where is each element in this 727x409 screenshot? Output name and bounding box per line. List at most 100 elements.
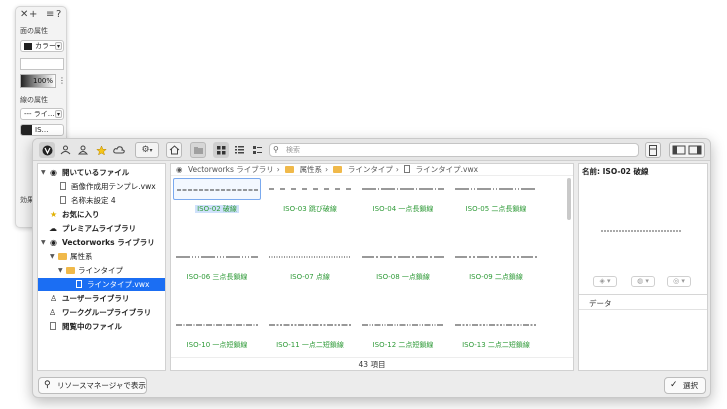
resource-name: ISO-10 一点短鎖線: [186, 341, 248, 349]
home-button[interactable]: [166, 142, 182, 158]
file-icon: [404, 165, 411, 173]
file-icon: [50, 320, 56, 333]
resource-thumbnail[interactable]: ISO-05 二点長鎖線: [452, 178, 540, 218]
resource-name: ISO-02 破線: [195, 205, 239, 213]
linetype-preview: [452, 178, 540, 200]
linetype-preview: [359, 178, 447, 200]
resource-thumbnail[interactable]: ISO-11 一点二短鎖線: [266, 314, 354, 354]
tree-item-label: ラインタイプ: [78, 266, 123, 275]
tree-user-library[interactable]: ♙ ユーザーライブラリ: [38, 292, 165, 305]
tree-item-label: 名称未設定 4: [71, 196, 116, 205]
fill-color-swatch: [24, 43, 32, 50]
folder-up-button[interactable]: [190, 142, 206, 158]
view-split-toggle[interactable]: [669, 142, 705, 158]
vectorworks-library-icon[interactable]: [39, 142, 55, 158]
opacity-value: 100%: [32, 77, 53, 85]
line-style-select[interactable]: --- ライ… ▾: [20, 108, 64, 120]
tree-file-untitled[interactable]: 名称未設定 4: [38, 194, 165, 207]
resource-thumbnail[interactable]: ISO-03 跳び破線: [266, 178, 354, 218]
help-icon[interactable]: ?: [56, 9, 61, 20]
favorites-star-icon[interactable]: [93, 142, 109, 158]
file-icon: [76, 278, 82, 291]
search-placeholder: 検索: [286, 146, 300, 154]
gear-icon: ⚙: [141, 145, 150, 155]
more-options-icon[interactable]: ⋮: [58, 74, 66, 88]
tree-item-label: ワークグループライブラリ: [62, 308, 152, 317]
opacity-slider[interactable]: 100%: [20, 74, 56, 88]
vertical-scrollbar[interactable]: [567, 178, 571, 220]
name-value: ISO-02 破線: [602, 167, 649, 176]
preview-view-menu[interactable]: ◍ ▾: [631, 276, 655, 287]
tree-browsed-files[interactable]: 閲覧中のファイル: [38, 320, 165, 333]
tree-vectorworks-library[interactable]: ▼ ◉ Vectorworks ライブラリ: [38, 236, 165, 249]
panel-layout-icon[interactable]: [645, 142, 661, 158]
fill-style-select[interactable]: カラー ▾: [20, 40, 64, 52]
menu-icon[interactable]: ≡: [46, 9, 54, 20]
breadcrumb-item[interactable]: Vectorworks ライブラリ: [188, 165, 274, 174]
chevron-down-icon[interactable]: ▼: [50, 250, 55, 263]
linetype-preview: [173, 246, 261, 268]
breadcrumb-item[interactable]: ラインタイプ: [348, 165, 393, 174]
resource-thumbnail[interactable]: ISO-08 一点鎖線: [359, 246, 447, 286]
tree-favorites[interactable]: ★ お気に入り: [38, 208, 165, 221]
breadcrumb-separator: ›: [276, 165, 280, 174]
folder-icon: [66, 264, 75, 277]
cloud-icon[interactable]: [111, 142, 127, 158]
resource-thumbnail[interactable]: ISO-09 二点鎖線: [452, 246, 540, 286]
resource-name: ISO-07 点線: [290, 273, 330, 281]
tree-file-template[interactable]: 画像作成用テンプレ.vwx: [38, 180, 165, 193]
resource-thumbnail[interactable]: ISO-07 点線: [266, 246, 354, 286]
close-icon[interactable]: ✕: [20, 9, 28, 20]
breadcrumb-item[interactable]: 属性系: [300, 165, 323, 174]
resource-thumbnail[interactable]: ISO-02 破線: [173, 178, 261, 218]
fill-attributes-label: 面の属性: [20, 27, 48, 35]
grid-view-icon[interactable]: [213, 142, 229, 158]
item-count: 43 項目: [171, 357, 573, 370]
chevron-down-icon[interactable]: ▼: [41, 166, 46, 179]
preview-mode-menu[interactable]: ◎ ▾: [667, 276, 691, 287]
select-button[interactable]: ✓ 選択: [664, 377, 706, 394]
tree-item-label: プレミアムライブラリ: [62, 224, 137, 233]
user-icon[interactable]: [75, 142, 91, 158]
list-view-icon[interactable]: [231, 142, 247, 158]
resource-name: ISO-06 三点長鎖線: [186, 273, 248, 281]
linetype-preview: [359, 314, 447, 336]
resource-name: ISO-13 二点二短鎖線: [462, 341, 530, 349]
detail-divider[interactable]: [579, 294, 707, 295]
tree-file-linetypes-vwx[interactable]: ラインタイプ.vwx: [38, 278, 165, 291]
tree-workgroup-library[interactable]: ♙ ワークグループライブラリ: [38, 306, 165, 319]
preview-render-menu[interactable]: ◈ ▾: [593, 276, 617, 287]
tree-open-files[interactable]: ▼ ◉ 開いているファイル: [38, 166, 165, 179]
chevron-down-icon[interactable]: ▼: [58, 264, 63, 277]
vectorworks-icon: ◉: [50, 238, 57, 247]
resource-name: ISO-05 二点長鎖線: [465, 205, 527, 213]
linetype-preview: [266, 246, 354, 268]
search-input[interactable]: ⚲ 検索: [269, 143, 639, 157]
breadcrumb-item[interactable]: ラインタイプ.vwx: [416, 165, 478, 174]
breadcrumb: ◉ Vectorworks ライブラリ › 属性系 › ラインタイプ › ラインタイプ…: [171, 164, 573, 176]
button-label: リソースマネージャで表示: [57, 381, 146, 390]
linetype-preview: [359, 246, 447, 268]
tree-folder-linetypes[interactable]: ▼ ラインタイプ: [38, 264, 165, 277]
file-icon: [60, 194, 66, 207]
resource-thumbnail[interactable]: ISO-12 二点短鎖線: [359, 314, 447, 354]
workgroup-icon[interactable]: [57, 142, 73, 158]
chevron-down-icon[interactable]: ▼: [41, 236, 46, 249]
tree-premium-library[interactable]: ☁ プレミアムライブラリ: [38, 222, 165, 235]
tree-folder-attributes[interactable]: ▼ 属性系: [38, 250, 165, 263]
breadcrumb-separator: ›: [325, 165, 329, 174]
resource-thumbnail[interactable]: ISO-04 一点長鎖線: [359, 178, 447, 218]
settings-gear-menu[interactable]: ⚙ ▾: [135, 142, 159, 158]
add-icon[interactable]: +: [29, 9, 37, 20]
tree-item-label: 属性系: [70, 252, 93, 261]
resource-thumbnail[interactable]: ISO-13 二点二短鎖線: [452, 314, 540, 354]
line-color-select[interactable]: IS…: [20, 124, 64, 136]
resource-thumbnail[interactable]: ISO-06 三点長鎖線: [173, 246, 261, 286]
resource-grid-panel: ◉ Vectorworks ライブラリ › 属性系 › ラインタイプ › ラインタイプ…: [170, 163, 574, 371]
tree-item-label: お気に入り: [62, 210, 100, 219]
resource-thumbnail[interactable]: ISO-10 一点短鎖線: [173, 314, 261, 354]
fill-pattern-field[interactable]: [20, 58, 64, 70]
show-in-resource-manager-button[interactable]: ⚲ リソースマネージャで表示: [38, 377, 147, 394]
detail-list-icon[interactable]: [249, 142, 265, 158]
resource-selector-dialog: ⚙ ▾ ⚲ 検索 ▼ ◉ 開いているファイル 画像作成用テンプレ.vwx 名称未…: [32, 138, 711, 398]
